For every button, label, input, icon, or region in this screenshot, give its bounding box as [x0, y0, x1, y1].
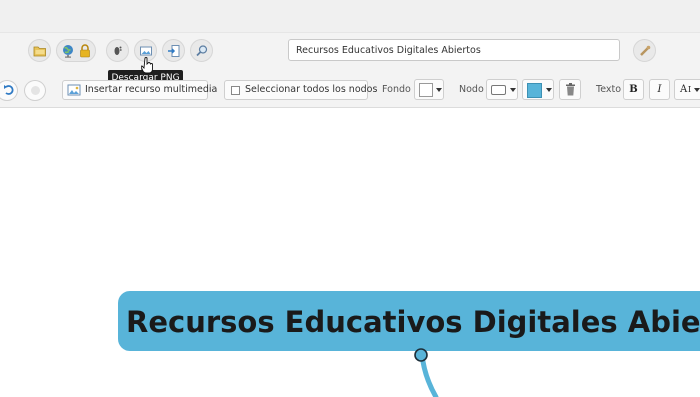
- bold-button[interactable]: B: [623, 79, 644, 100]
- mindmap-editor: Descargar PNG Insertar recurso multimedi…: [0, 0, 700, 397]
- history-button[interactable]: [106, 39, 129, 62]
- node-fill-swatch: [527, 83, 542, 98]
- font-size-label: A: [680, 84, 688, 95]
- insert-media-label: Insertar recurso multimedia: [85, 84, 218, 95]
- select-all-checkbox[interactable]: [231, 86, 240, 95]
- node-fill-picker[interactable]: [522, 79, 554, 100]
- browser-top-bar: [0, 0, 700, 33]
- central-node-text: Recursos Educativos Digitales Abiertos: [126, 305, 700, 339]
- hand-cursor-icon: [141, 57, 153, 74]
- font-size-picker[interactable]: A I: [674, 79, 700, 100]
- italic-button[interactable]: I: [649, 79, 670, 100]
- node-label: Nodo: [459, 84, 484, 95]
- open-button[interactable]: [28, 39, 51, 62]
- select-all-label: Seleccionar todos los nodos: [245, 84, 378, 95]
- mindmap-canvas[interactable]: [0, 108, 700, 397]
- import-button[interactable]: [162, 39, 185, 62]
- select-all-button[interactable]: Seleccionar todos los nodos: [224, 80, 377, 100]
- background-color-picker[interactable]: [414, 79, 444, 100]
- globe-icon: [63, 45, 73, 58]
- node-border-picker[interactable]: [486, 79, 518, 100]
- share-icon: [640, 45, 651, 56]
- lock-icon: [80, 44, 90, 58]
- share-button[interactable]: [633, 39, 656, 62]
- chevron-down-icon: [694, 88, 700, 92]
- image-icon: [140, 46, 152, 56]
- footprint-icon: [114, 46, 122, 55]
- import-icon: [168, 45, 180, 57]
- zoom-icon: [196, 45, 208, 57]
- node-expand-handle[interactable]: [413, 347, 429, 363]
- chevron-down-icon: [546, 88, 552, 92]
- folder-icon: [33, 46, 46, 57]
- publish-button[interactable]: [56, 39, 96, 62]
- delete-node-button[interactable]: [559, 79, 581, 100]
- image-insert-icon: [67, 84, 81, 96]
- redo-button[interactable]: [24, 80, 46, 101]
- font-size-small-glyph: I: [688, 85, 692, 94]
- chevron-down-icon: [510, 88, 516, 92]
- search-button[interactable]: [190, 39, 213, 62]
- insert-media-button[interactable]: Insertar recurso multimedia: [62, 80, 217, 100]
- undo-icon: [4, 85, 14, 95]
- node-border-swatch: [491, 85, 506, 95]
- background-color-swatch: [419, 83, 433, 97]
- redo-icon: [31, 86, 40, 95]
- text-label: Texto: [596, 84, 622, 95]
- trash-icon: [566, 83, 575, 96]
- background-label: Fondo: [382, 84, 411, 95]
- chevron-down-icon: [436, 88, 442, 92]
- map-title-input[interactable]: [288, 39, 620, 61]
